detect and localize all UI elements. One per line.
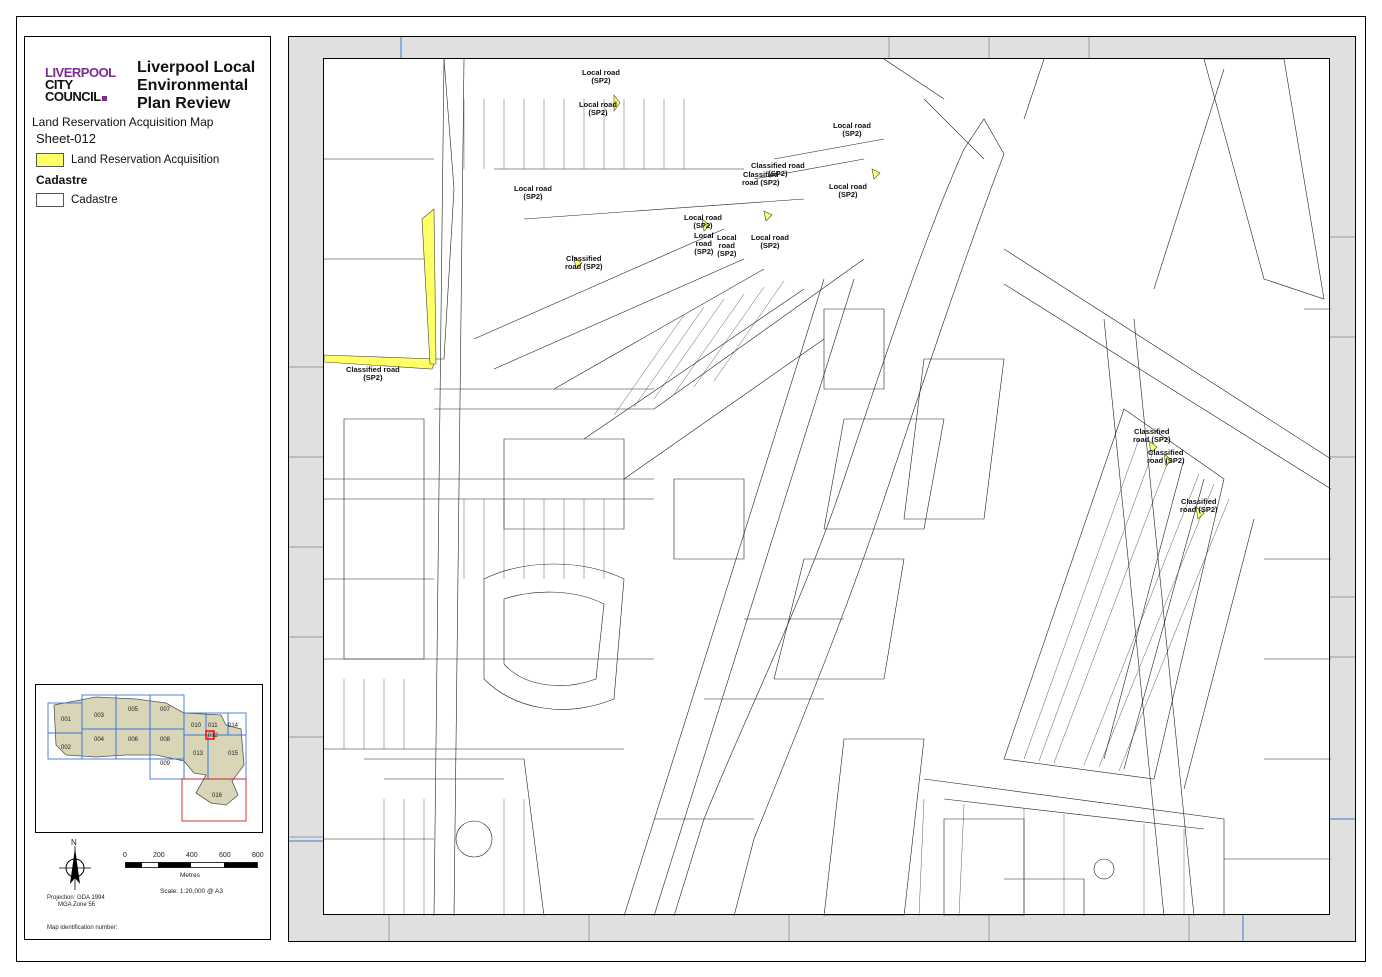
scale-bar: [125, 862, 258, 868]
projection-line-2: MGA Zone 56: [58, 902, 96, 908]
council-logo: LIVERPOOL CITY COUNCIL: [45, 66, 125, 103]
scale-tick-label: 600: [219, 852, 231, 859]
projection-line-1: Projection: GDA 1994: [47, 895, 105, 901]
legend-panel: LIVERPOOL CITY COUNCIL Liverpool Local E…: [24, 36, 271, 940]
tile-label: 011: [208, 723, 218, 729]
scale-unit: Metres: [180, 872, 200, 879]
scale-block: N Projection: GDA 1994 MGA Zone 56 0 200…: [25, 837, 272, 937]
acquisition-patch: [763, 210, 773, 222]
road-label: Classified road (SP2): [1133, 427, 1171, 444]
acquisition-patch: [871, 168, 881, 180]
map-id-label: Map identification number:: [47, 925, 118, 931]
tile-label: 002: [61, 745, 72, 751]
tile-label: 010: [191, 723, 202, 729]
road-label: Local road (SP2): [829, 182, 867, 199]
tile-label: 012: [208, 733, 219, 739]
road-label: Classified road (SP2): [742, 170, 780, 187]
road-label: Local road (SP2): [751, 233, 789, 250]
road-label: Local road (SP2): [514, 184, 552, 201]
tile-label: 001: [61, 717, 72, 723]
acquisition-strip-north: [421, 208, 437, 365]
road-label: Local road (SP2): [582, 68, 620, 85]
road-label: Classified road (SP2): [1180, 497, 1218, 514]
tile-label: 005: [128, 707, 139, 713]
key-map-svg: [47, 694, 247, 822]
tile-label: 014: [228, 723, 239, 729]
scale-tick-label: 200: [153, 852, 165, 859]
acquisition-swatch: [36, 153, 64, 167]
tile-label: 009: [160, 761, 171, 767]
cadastre-swatch: [36, 193, 64, 207]
sheet-id: Sheet-012: [36, 131, 96, 146]
road-label: Classified road (SP2): [346, 365, 400, 382]
parcels-svg: [323, 58, 1332, 917]
scale-tick-label: 0: [123, 852, 127, 859]
road-label: Local road (SP2): [579, 100, 617, 117]
tile-label: 007: [160, 707, 171, 713]
tile-label: 004: [94, 737, 105, 743]
legend-item-cadastre-label: Cadastre: [71, 194, 118, 206]
tile-label: 008: [160, 737, 171, 743]
road-label: Local road (SP2): [833, 121, 871, 138]
north-arrow-icon: [59, 846, 91, 890]
tile-label: 006: [128, 737, 139, 743]
legend-heading-cadastre: Cadastre: [36, 173, 88, 187]
scale-tick-label: 400: [186, 852, 198, 859]
logo-line-3: COUNCIL: [45, 90, 125, 103]
legend-item-cadastre: Cadastre: [36, 193, 118, 207]
road-label: Local road (SP2): [694, 231, 714, 256]
map-area: Local road (SP2) Local road (SP2) Local ro…: [288, 36, 1356, 942]
map-frame: [323, 58, 1332, 917]
tile-label: 013: [193, 751, 204, 757]
road-label: Local road (SP2): [684, 213, 722, 230]
road-label: Classified road (SP2): [1147, 448, 1185, 465]
scale-tick-label: 800: [252, 852, 264, 859]
road-label: Classified road (SP2): [565, 254, 603, 271]
tile-label: 003: [94, 713, 105, 719]
legend-item-acquisition-label: Land Reservation Acquisition: [71, 154, 220, 166]
map-title: Land Reservation Acquisition Map: [32, 115, 214, 129]
tile-label: 015: [228, 751, 239, 757]
plan-title: Liverpool Local Environmental Plan Revie…: [137, 59, 256, 112]
scale-text: Scale: 1:20,000 @ A3: [160, 888, 223, 895]
road-label: Local road (SP2): [717, 233, 737, 258]
legend-item-acquisition: Land Reservation Acquisition: [36, 153, 219, 167]
key-map: 001 002 003 004 005 006 007 008 009 010 …: [35, 684, 263, 833]
tile-label: 016: [212, 793, 223, 799]
